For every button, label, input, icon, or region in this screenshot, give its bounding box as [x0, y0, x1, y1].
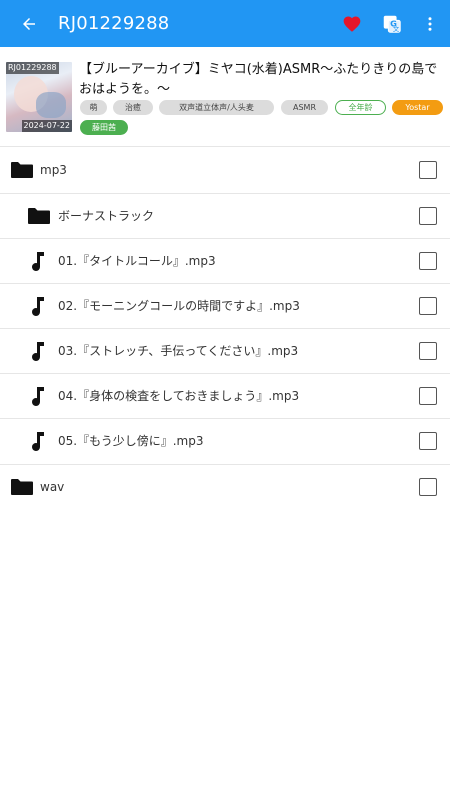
more-vert-icon — [428, 16, 432, 31]
translate-button[interactable]: G 文 — [372, 0, 412, 47]
work-header[interactable]: RJ01229288 2024-07-22 【ブルーアーカイブ】ミヤコ(水着)A… — [0, 58, 450, 142]
music-note-icon — [32, 432, 44, 452]
age-rating-chip[interactable]: 全年龄 — [335, 100, 386, 115]
work-title: 【ブルーアーカイブ】ミヤコ(水着)ASMR～ふたりきりの島でおはようを。～ — [79, 62, 438, 97]
svg-text:文: 文 — [393, 23, 400, 32]
file-name: 03.『ストレッチ、手伝ってください』.mp3 — [58, 344, 299, 358]
select-checkbox[interactable] — [419, 207, 437, 225]
select-checkbox[interactable] — [419, 252, 437, 270]
thumbnail-date: 2024-07-22 — [21, 120, 72, 132]
tag-chip[interactable]: 双声道立体声/人头麦 — [159, 100, 274, 115]
select-checkbox[interactable] — [419, 432, 437, 450]
file-name: 05.『もう少し傍に』.mp3 — [58, 434, 204, 448]
audio-row[interactable]: 02.『モーニングコールの時間ですよ』.mp3 — [0, 284, 450, 329]
audio-row[interactable]: 03.『ストレッチ、手伝ってください』.mp3 — [0, 329, 450, 374]
favorite-button[interactable] — [332, 0, 372, 47]
folder-icon — [11, 479, 33, 495]
file-name: 01.『タイトルコール』.mp3 — [58, 254, 216, 268]
select-checkbox[interactable] — [419, 297, 437, 315]
select-checkbox[interactable] — [419, 387, 437, 405]
thumbnail-art-shadow — [36, 92, 66, 118]
audio-row[interactable]: 05.『もう少し傍に』.mp3 — [0, 419, 450, 464]
tag-chip[interactable]: 治癒 — [113, 100, 153, 115]
select-checkbox[interactable] — [419, 161, 437, 179]
page-title: RJ01229288 — [58, 13, 170, 34]
more-options-button[interactable] — [412, 0, 448, 47]
select-checkbox[interactable] — [419, 342, 437, 360]
select-checkbox[interactable] — [419, 478, 437, 496]
audio-row[interactable]: 01.『タイトルコール』.mp3 — [0, 239, 450, 284]
voice-actor-chip[interactable]: 藤田茜 — [80, 120, 128, 135]
back-button[interactable] — [0, 0, 58, 47]
tag-chip[interactable]: ASMR — [281, 100, 328, 115]
thumbnail-code: RJ01229288 — [6, 62, 59, 74]
heart-icon — [343, 16, 361, 32]
folder-icon — [28, 208, 50, 224]
music-note-icon — [32, 387, 44, 407]
translate-icon: G 文 — [383, 15, 401, 32]
file-name: ボーナストラック — [58, 209, 155, 223]
music-note-icon — [32, 252, 44, 272]
file-name: 02.『モーニングコールの時間ですよ』.mp3 — [58, 299, 300, 313]
app-bar: RJ01229288 G 文 — [0, 0, 450, 47]
audio-row[interactable]: 04.『身体の検査をしておきましょう』.mp3 — [0, 374, 450, 419]
back-arrow-icon — [23, 17, 35, 30]
tag-chip[interactable]: 萌 — [80, 100, 107, 115]
file-name: wav — [40, 480, 65, 494]
folder-row-bonus[interactable]: ボーナストラック — [0, 194, 450, 239]
divider — [0, 146, 450, 147]
work-thumbnail[interactable]: RJ01229288 2024-07-22 — [6, 62, 72, 132]
folder-row-mp3[interactable]: mp3 — [0, 148, 450, 193]
music-note-icon — [32, 297, 44, 317]
circle-chip[interactable]: Yostar — [392, 100, 443, 115]
music-note-icon — [32, 342, 44, 362]
folder-row-wav[interactable]: wav — [0, 465, 450, 510]
file-name: 04.『身体の検査をしておきましょう』.mp3 — [58, 389, 300, 403]
file-name: mp3 — [40, 163, 67, 177]
folder-icon — [11, 162, 33, 178]
